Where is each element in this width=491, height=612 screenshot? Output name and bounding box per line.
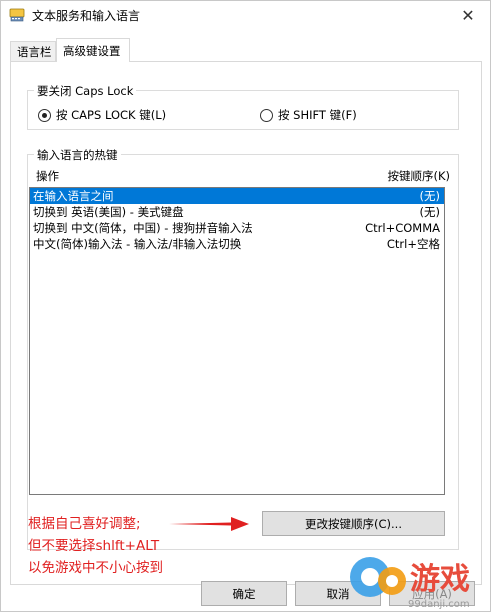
dialog-window: 文本服务和输入语言 ✕ 语言栏 高级键设置 要关闭 Caps Lock 按 CA… xyxy=(0,0,491,612)
radio-capslock-key[interactable]: 按 CAPS LOCK 键(L) xyxy=(38,107,166,123)
column-header-action: 操作 xyxy=(36,169,59,183)
tab-advanced-key-settings[interactable]: 高级键设置 xyxy=(56,38,130,62)
watermark-logo: 游戏 99danji.com xyxy=(350,557,470,610)
radio-button-unchecked[interactable] xyxy=(260,108,273,122)
keyboard-app-icon xyxy=(9,8,25,22)
caps-lock-group-label: 要关闭 Caps Lock xyxy=(34,83,137,99)
red-arrow-icon xyxy=(169,517,249,531)
ok-button[interactable]: 确定 xyxy=(201,581,287,606)
hotkey-group-label: 输入语言的热键 xyxy=(34,147,121,163)
tab-language-bar[interactable]: 语言栏 xyxy=(10,41,56,62)
list-item-action: 在输入语言之间 xyxy=(33,189,114,203)
change-key-sequence-button[interactable]: 更改按键顺序(C)... xyxy=(262,511,445,536)
close-button[interactable]: ✕ xyxy=(446,1,490,29)
list-item-key: (无) xyxy=(419,189,440,203)
caps-lock-group: 要关闭 Caps Lock 按 CAPS LOCK 键(L) 按 SHIFT 键… xyxy=(27,83,459,130)
window-title: 文本服务和输入语言 xyxy=(32,9,141,23)
list-item-action: 中文(简体)输入法 - 输入法/非输入法切换 xyxy=(33,237,242,251)
radio-button-checked[interactable] xyxy=(38,108,51,122)
list-item[interactable]: 在输入语言之间 (无) xyxy=(30,188,444,204)
title-bar: 文本服务和输入语言 ✕ xyxy=(1,1,490,29)
close-icon: ✕ xyxy=(461,5,475,25)
watermark-text: 游戏 xyxy=(410,562,470,597)
list-item-key: (无) xyxy=(419,205,440,219)
hotkey-list[interactable]: 在输入语言之间 (无) 切换到 英语(美国) - 美式键盘 (无) 切换到 中文… xyxy=(29,187,445,495)
annotation-line-3: 以免游戏中不小心按到 xyxy=(28,560,163,576)
list-item[interactable]: 切换到 中文(简体，中国) - 搜狗拼音输入法 Ctrl+COMMA xyxy=(30,220,444,236)
list-item-key: Ctrl+空格 xyxy=(386,237,440,251)
list-item-action: 切换到 英语(美国) - 美式键盘 xyxy=(33,205,184,219)
annotation-line-2: 但不要选择shlft+ALT xyxy=(28,538,160,554)
list-item-key: Ctrl+COMMA xyxy=(365,221,440,235)
radio-capslock-label: 按 CAPS LOCK 键(L) xyxy=(56,108,167,122)
column-header-key-sequence: 按键顺序(K) xyxy=(387,169,450,183)
watermark-site: 99danji.com xyxy=(408,599,470,610)
radio-shift-key[interactable]: 按 SHIFT 键(F) xyxy=(260,107,357,123)
list-item-action: 切换到 中文(简体，中国) - 搜狗拼音输入法 xyxy=(33,221,253,235)
list-item[interactable]: 切换到 英语(美国) - 美式键盘 (无) xyxy=(30,204,444,220)
radio-shift-label: 按 SHIFT 键(F) xyxy=(278,108,357,122)
list-item[interactable]: 中文(简体)输入法 - 输入法/非输入法切换 Ctrl+空格 xyxy=(30,236,444,252)
annotation-line-1: 根据自己喜好调整; xyxy=(28,516,141,532)
